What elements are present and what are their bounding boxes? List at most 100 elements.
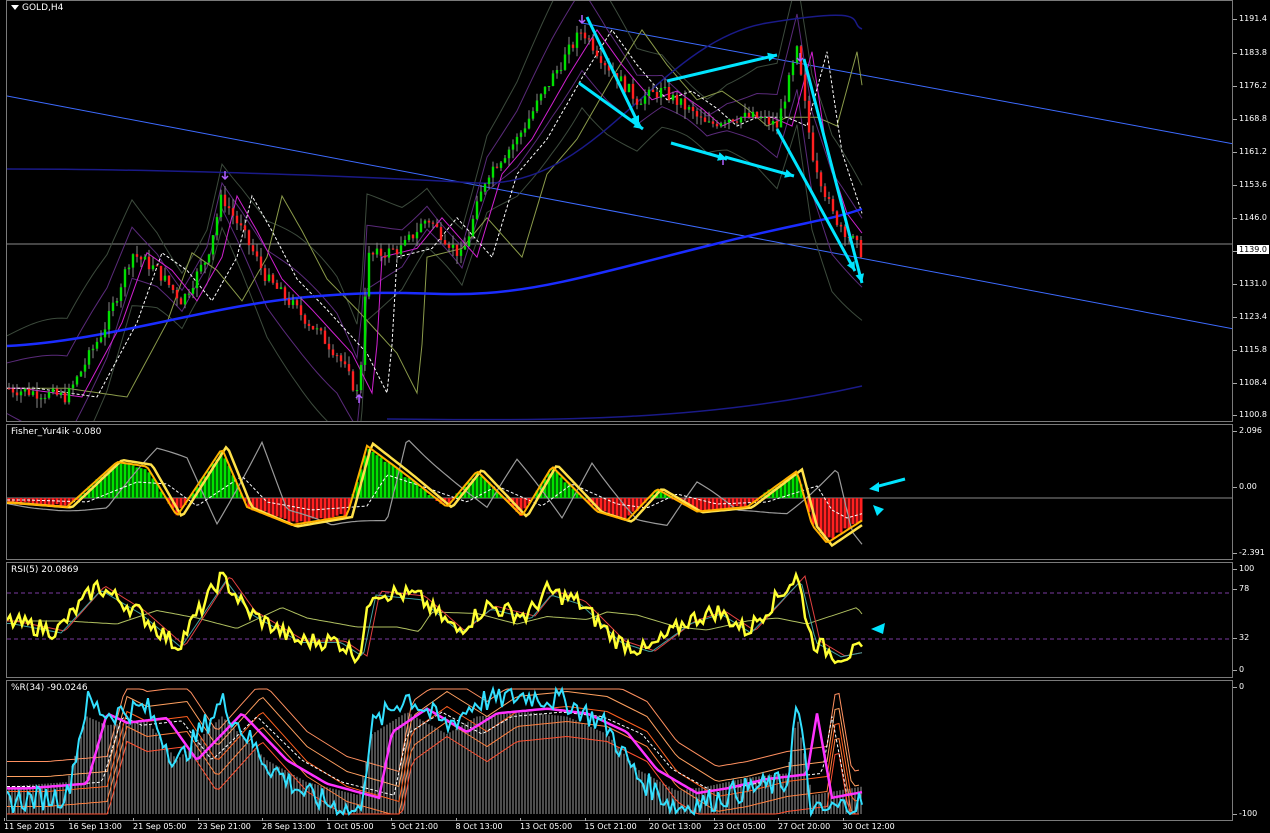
candle-body [463,246,467,250]
tick-mark [1233,218,1237,219]
candle-body [591,38,595,51]
fisher-histogram-bar [379,457,383,498]
candle-body [499,162,503,168]
tick-mark [1233,431,1237,432]
price-scale[interactable]: 1191.4 1183.8 1176.2 1168.8 1161.2 1153.6 1146… [1233,0,1270,422]
main-chart-pane[interactable]: GOLD,H4 [6,0,1233,422]
candle-body [675,94,679,105]
candle-body [363,296,367,365]
candle-body [671,94,675,101]
fisher-histogram-bar [399,471,403,498]
fisher-histogram-bar [179,498,183,509]
rsi-red-line [7,574,863,657]
current-price-badge: 1139.0 [1237,245,1269,254]
tick-mark [1233,317,1237,318]
candle-body [247,230,251,246]
candle-body [135,254,139,257]
candle-body [91,348,95,351]
tick-mark [1233,814,1237,815]
wpr-indicator-pane[interactable]: %R(34) -90.0246 [6,680,1233,821]
candle-body [27,388,31,395]
candle-body [743,112,747,118]
candle-body [667,87,671,101]
time-tick [133,818,134,821]
candle-body [431,222,435,224]
time-tick [68,818,70,821]
candle-body [47,392,51,398]
candle-body [647,89,651,97]
rsi-scale[interactable]: 100 78 32 0 [1233,562,1270,678]
tick-mark [1233,185,1237,186]
fisher-histogram-bar [35,498,39,504]
rsi-indicator-pane[interactable]: RSI(5) 20.0869 [6,562,1233,678]
candle-body [219,194,223,218]
candle-body [775,121,779,128]
channel-upper-line [581,22,1232,145]
tick-label: 1176.2 [1239,81,1267,90]
fisher-histogram-bar [611,498,615,516]
candle-body [711,121,715,124]
candle-body [131,254,135,268]
time-tick [326,818,328,821]
tick-mark [1233,119,1237,120]
fisher-histogram-bar [319,498,323,519]
candle-body [55,388,59,395]
candle-body [423,220,427,224]
candle-body [515,136,519,145]
candle-body [511,144,515,150]
candle-body [779,108,783,128]
tick-label: 1183.8 [1239,48,1267,57]
candle-body [367,252,371,297]
candle-body [759,117,763,119]
fisher-histogram-bar [627,498,631,516]
tick-mark [1233,19,1237,20]
candle-body [767,117,771,125]
time-tick [713,818,715,821]
candle-body [599,56,603,63]
fisher-title: Fisher_Yur4ik -0.080 [11,427,102,437]
candle-body [227,206,231,209]
fisher-histogram-bar [623,498,627,519]
fisher-histogram-bar [419,488,423,498]
candle-body [207,254,211,263]
inner-band-upper [7,1,863,364]
time-tick [4,818,5,821]
fisher-histogram-bar [559,477,563,498]
fisher-histogram-bar [227,465,231,498]
fisher-histogram-bar [275,498,279,517]
time-axis[interactable]: 11 Sep 2015 16 Sep 13:00 21 Sep 05:00 23 Se… [4,818,1233,833]
tick-mark [1233,415,1237,416]
tick-mark [1233,86,1237,87]
candle-body [351,371,355,391]
candle-body [123,269,127,288]
fisher-histogram-bar [835,498,839,533]
tick-mark [1233,53,1237,54]
fisher-histogram-bar [303,498,307,524]
tick-label: 0 [1239,682,1245,691]
fisher-histogram-bar [279,498,283,518]
candle-body [823,186,827,197]
candle-body [695,111,699,117]
candle-body [199,264,203,272]
candle-body [203,262,207,265]
dropdown-triangle-icon[interactable] [11,5,19,10]
wpr-scale[interactable]: 0 -100 [1233,680,1270,821]
candle-body [399,245,403,255]
fisher-histogram-bar [323,498,327,519]
annotation-arrow [666,53,778,83]
candle-body [107,311,111,330]
outer-band-lower [93,106,863,421]
fisher-histogram-bar [819,498,823,534]
candle-body [39,398,43,400]
candle-body [815,160,819,173]
tick-mark [1233,638,1237,639]
fisher-indicator-pane[interactable]: Fisher_Yur4ik -0.080 [6,424,1233,560]
candle-body [303,315,307,324]
tick-mark [1233,383,1237,384]
fisher-scale[interactable]: 2.096 0.00 -2.391 [1233,424,1270,560]
candle-body [391,248,395,250]
fisher-histogram-bar [111,468,115,498]
candle-body [803,74,807,101]
candle-body [255,251,259,257]
candle-body [623,76,627,93]
